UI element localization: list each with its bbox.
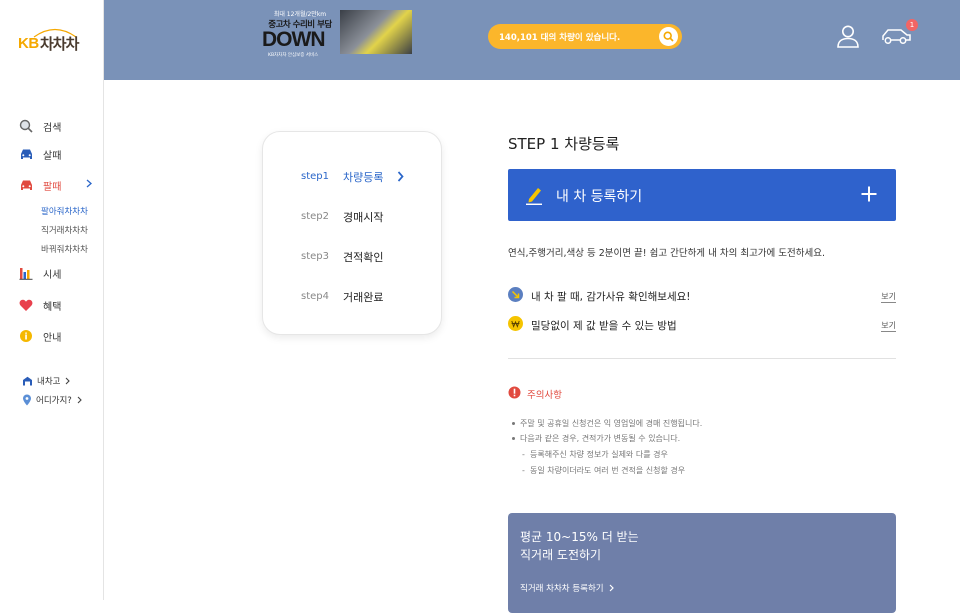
banner-small-text: KB차차차 안심보증 서비스 [268,53,319,58]
notice-subitem: - 동일 차량이더라도 여러 번 견적을 신청할 경우 [522,466,686,475]
search-icon [663,31,674,42]
tip-view-link[interactable]: 보기 [881,320,896,332]
promo-banner[interactable]: 최대 12개월/2만km 중고차 수리비 부담 DOWN KB차차차 안심보증 … [262,9,414,58]
user-button[interactable] [835,23,861,49]
arrow-down-icon [508,287,523,302]
direct-deal-promo: 평균 10~15% 더 받는 직거래 도전하기 직거래 차차차 등록하기 [508,513,896,613]
tip-item-depreciation: 내 차 팔 때, 감가사유 확인해보세요! 보기 [508,287,896,305]
banner-image [340,10,412,54]
search-bar[interactable]: 140,101 대의 차량이 있습니다. [488,24,682,49]
sidebar-link-garage[interactable]: 내차고 [22,375,71,387]
sidebar-item-label: 혜택 [43,301,62,313]
section-divider [508,358,896,359]
notice-title: 주의사항 [527,390,562,401]
pencil-icon [526,188,542,205]
car-icon [18,146,34,162]
sidebar-item-benefit[interactable]: 혜택 [18,295,98,315]
notice-item: 주말 및 공휴일 신청건은 익 영업일에 경매 진행됩니다. [512,418,702,429]
promo-link-label: 직거래 차차차 등록하기 [520,584,604,594]
sidebar: KB 차차차 검색 살때 팔때 시세 혜택 i 안내 팔아줘차차차 직거래차차차… [0,0,104,600]
step-label: 거래완료 [343,291,384,304]
user-icon [837,25,859,48]
notice-text: 주말 및 공휴일 신청건은 익 영업일에 경매 진행됩니다. [520,419,703,428]
notification-badge: 1 [906,19,918,31]
page-title: STEP 1 차량등록 [508,135,620,153]
tip-view-link[interactable]: 보기 [881,291,896,303]
notice-text: 등록해주신 차량 정보가 실제와 다를 경우 [529,450,668,459]
step-number: step3 [301,251,329,262]
location-pin-icon [23,394,31,406]
chevron-right-icon [609,584,614,592]
notice-item: 다음과 같은 경우, 견적가가 변동될 수 있습니다. [512,433,680,444]
tip-label: 내 차 팔 때, 감가사유 확인해보세요! [531,291,691,303]
notice-text: 다음과 같은 경우, 견적가가 변동될 수 있습니다. [520,434,681,443]
sidebar-item-label: 팔때 [43,181,62,193]
bar-chart-icon [18,265,34,281]
chevron-right-icon [397,171,404,182]
step-label: 차량등록 [343,171,384,184]
search-icon [18,118,34,134]
register-car-button[interactable]: 내 차 등록하기 [508,169,896,221]
sidebar-subitem-sell-for-me[interactable]: 팔아줘차차차 [41,205,88,217]
register-car-label: 내 차 등록하기 [556,189,643,205]
sidebar-subitem-direct-deal[interactable]: 직거래차차차 [41,224,88,236]
step-number: step1 [301,171,329,182]
register-description: 연식,주행거리,색상 등 2분이면 끝! 쉽고 간단하게 내 차의 최고가에 도… [508,248,826,259]
step-label: 견적확인 [343,251,384,264]
car-icon [18,177,34,193]
direct-deal-register-link[interactable]: 직거래 차차차 등록하기 [520,582,614,594]
notice-text: 동일 차량이더라도 여러 번 견적을 신청할 경우 [529,466,686,475]
sidebar-item-buy[interactable]: 살때 [18,144,98,164]
sidebar-item-label: 살때 [43,150,62,162]
banner-top-text: 최대 12개월/2만km [273,11,327,18]
svg-text:i: i [24,333,27,343]
won-coin-icon [508,316,523,331]
header: 최대 12개월/2만km 중고차 수리비 부담 DOWN KB차차차 안심보증 … [104,0,960,80]
promo-line-2: 직거래 도전하기 [520,548,602,562]
step-item-1[interactable]: step1 차량등록 [301,169,421,185]
sidebar-item-label: 시세 [43,269,62,281]
info-icon: i [18,328,34,344]
banner-big-text: DOWN [262,28,325,51]
plus-icon [861,186,877,202]
sidebar-item-label: 검색 [43,122,62,134]
logo[interactable]: KB 차차차 [18,26,84,56]
warning-icon [508,386,521,399]
sidebar-subitem-trade-in[interactable]: 바꿔줘차차차 [41,243,88,255]
chevron-right-icon [66,377,71,385]
sidebar-item-sell[interactable]: 팔때 [18,175,98,195]
heart-icon [18,297,34,313]
promo-line-1: 평균 10~15% 더 받는 [520,530,639,544]
tip-label: 밀당없이 제 값 받을 수 있는 방법 [531,320,677,332]
sidebar-link-where-to-go[interactable]: 어디가지? [22,394,82,406]
steps-card: step1 차량등록 step2 경매시작 step3 견적확인 step4 거… [262,131,442,335]
step-item-2[interactable]: step2 경매시작 [301,209,421,225]
step-item-3[interactable]: step3 견적확인 [301,249,421,265]
step-item-4[interactable]: step4 거래완료 [301,289,421,305]
sidebar-item-price[interactable]: 시세 [18,263,98,283]
search-input[interactable]: 140,101 대의 차량이 있습니다. [499,31,620,43]
sidebar-link-label: 내차고 [37,377,61,387]
sidebar-item-label: 안내 [43,332,62,344]
step-number: step2 [301,211,329,222]
sidebar-link-label: 어디가지? [36,396,72,406]
logo-name: 차차차 [40,35,79,53]
step-number: step4 [301,291,329,302]
chevron-right-icon [77,396,82,404]
search-button[interactable] [659,27,678,46]
tip-item-fair-price: 밀당없이 제 값 받을 수 있는 방법 보기 [508,316,896,334]
sidebar-item-search[interactable]: 검색 [18,116,98,136]
logo-kb: KB [18,35,39,52]
step-label: 경매시작 [343,211,384,224]
chevron-right-icon [86,179,92,188]
sidebar-item-guide[interactable]: i 안내 [18,326,98,346]
notice-subitem: - 등록해주신 차량 정보가 실제와 다를 경우 [522,450,668,459]
garage-icon [23,376,32,386]
